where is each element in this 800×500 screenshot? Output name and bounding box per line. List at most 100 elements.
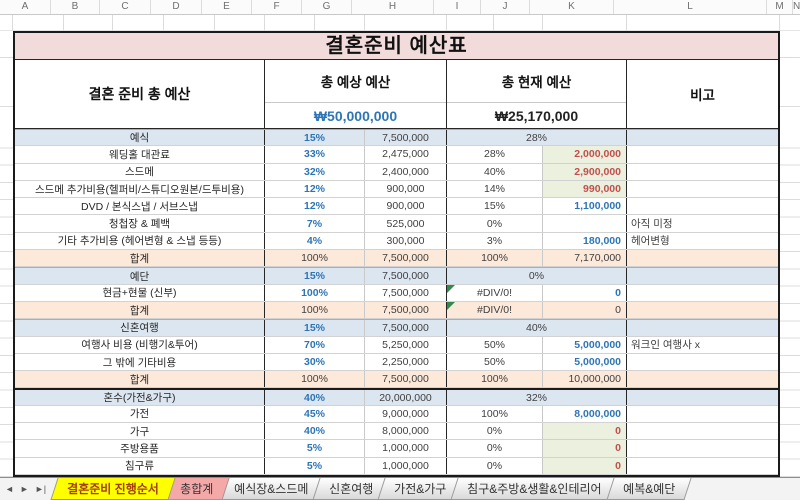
nav-next-sheet-icon[interactable]: ► [20,484,29,494]
expected-percent-cell[interactable]: 12% [265,198,365,215]
current-percent-cell[interactable]: 50% [447,336,543,353]
row-label-cell[interactable]: 청첩장 & 폐백 [15,215,265,232]
note-cell[interactable] [627,390,778,404]
current-percent-cell[interactable]: #DIV/0! [447,301,543,319]
column-header[interactable]: G [302,0,352,14]
expected-percent-cell[interactable]: 100% [265,284,365,301]
current-amount-cell[interactable]: 5,000,000 [543,353,627,371]
column-header[interactable]: F [252,0,302,14]
current-amount-cell[interactable] [543,215,627,232]
row-label-cell[interactable]: 합계 [15,371,265,388]
column-header[interactable]: B [51,0,100,14]
header-total-budget[interactable]: 결혼 준비 총 예산 [15,60,265,128]
note-cell[interactable] [627,354,778,370]
expected-amount-cell[interactable]: 5,250,000 [365,336,447,353]
column-header[interactable]: C [100,0,151,14]
row-label-cell[interactable]: 가구 [15,423,265,440]
current-amount-cell[interactable]: 2,900,000 [543,163,627,180]
current-percent-cell[interactable]: 0% [447,268,627,284]
column-header[interactable]: D [151,0,202,14]
note-cell[interactable] [627,371,778,387]
expected-amount-cell[interactable]: 9,000,000 [365,405,447,423]
expected-percent-cell[interactable]: 32% [265,163,365,180]
sheet-tab[interactable]: 결혼준비 진행순서 [50,478,176,500]
current-percent-cell[interactable]: 15% [447,198,543,215]
current-amount-cell[interactable]: 0 [543,423,627,440]
row-label-cell[interactable]: 예단 [15,268,265,284]
row-label-cell[interactable]: 그 밖에 기타비용 [15,353,265,371]
expected-percent-cell[interactable]: 40% [265,423,365,440]
note-cell[interactable] [627,406,778,422]
column-header[interactable]: M [767,0,793,14]
column-header[interactable]: E [202,0,252,14]
current-amount-cell[interactable]: 180,000 [543,232,627,250]
column-header[interactable]: K [530,0,614,14]
sheet-tab[interactable]: 예식장&스드메 [217,478,325,500]
row-label-cell[interactable]: 스드메 추가비용(헬퍼비/스튜디오원본/드투비용) [15,180,265,198]
expected-amount-cell[interactable]: 2,475,000 [365,146,447,163]
column-header[interactable]: A [0,0,51,14]
row-label-cell[interactable]: 여행사 비용 (비행기&투어) [15,336,265,353]
note-cell[interactable] [627,320,778,335]
row-label-cell[interactable]: 가전 [15,405,265,423]
expected-percent-cell[interactable]: 30% [265,353,365,371]
column-header[interactable]: H [352,0,434,14]
row-label-cell[interactable]: 주방용품 [15,440,265,457]
note-cell[interactable] [627,423,778,439]
current-amount-cell[interactable]: 10,000,000 [543,371,627,388]
row-label-cell[interactable]: 신혼여행 [15,320,265,336]
row-label-cell[interactable]: 현금+현물 (신부) [15,284,265,301]
current-total-amount[interactable]: ₩25,170,000 [447,103,626,128]
current-percent-cell[interactable]: 0% [447,440,543,457]
current-percent-cell[interactable]: 40% [447,163,543,180]
expected-amount-cell[interactable]: 7,500,000 [365,130,447,146]
row-label-cell[interactable]: 합계 [15,301,265,319]
current-percent-cell[interactable]: 0% [447,215,543,232]
current-percent-cell[interactable]: 100% [447,405,543,423]
expected-amount-cell[interactable]: 7,500,000 [365,284,447,301]
current-percent-cell[interactable]: 0% [447,423,543,440]
expected-percent-cell[interactable]: 100% [265,301,365,319]
expected-amount-cell[interactable]: 7,500,000 [365,320,447,336]
note-cell[interactable] [627,130,778,145]
note-cell[interactable] [627,458,778,474]
row-label-cell[interactable]: 웨딩홀 대관료 [15,146,265,163]
current-percent-cell[interactable]: 100% [447,371,543,388]
current-percent-cell[interactable]: 40% [447,320,627,336]
expected-amount-cell[interactable]: 7,500,000 [365,250,447,267]
row-label-cell[interactable]: 침구류 [15,457,265,474]
current-percent-cell[interactable]: 50% [447,353,543,371]
row-label-cell[interactable]: 스드메 [15,163,265,180]
expected-amount-cell[interactable]: 8,000,000 [365,423,447,440]
expected-percent-cell[interactable]: 15% [265,320,365,336]
expected-percent-cell[interactable]: 12% [265,180,365,198]
expected-amount-cell[interactable]: 7,500,000 [365,371,447,388]
column-header[interactable]: N [793,0,800,14]
note-cell[interactable]: 워크인 여행사 x [627,337,778,353]
note-cell[interactable] [627,285,778,301]
current-percent-cell[interactable]: 14% [447,180,543,198]
current-amount-cell[interactable]: 0 [543,284,627,301]
expected-percent-cell[interactable]: 100% [265,250,365,267]
expected-amount-cell[interactable]: 300,000 [365,232,447,250]
expected-amount-cell[interactable]: 20,000,000 [365,390,447,405]
note-cell[interactable] [627,198,778,214]
note-cell[interactable]: 헤어변형 [627,233,778,249]
sheet-tab[interactable]: 예복&예단 [606,478,692,500]
note-cell[interactable] [627,250,778,266]
expected-percent-cell[interactable]: 45% [265,405,365,423]
current-percent-cell[interactable]: 0% [447,457,543,474]
row-label-cell[interactable]: 예식 [15,130,265,146]
expected-amount-cell[interactable]: 2,250,000 [365,353,447,371]
expected-amount-cell[interactable]: 1,000,000 [365,457,447,474]
expected-percent-cell[interactable]: 100% [265,371,365,388]
expected-amount-cell[interactable]: 525,000 [365,215,447,232]
row-label-cell[interactable]: 혼수(가전&가구) [15,390,265,405]
expected-amount-cell[interactable]: 900,000 [365,180,447,198]
note-cell[interactable] [627,440,778,456]
expected-amount-cell[interactable]: 1,000,000 [365,440,447,457]
current-amount-cell[interactable]: 7,170,000 [543,250,627,267]
header-expected-budget[interactable]: 총 예상 예산 [265,60,446,104]
nav-prev-sheet-icon[interactable]: ◄ [5,484,14,494]
expected-percent-cell[interactable]: 5% [265,457,365,474]
